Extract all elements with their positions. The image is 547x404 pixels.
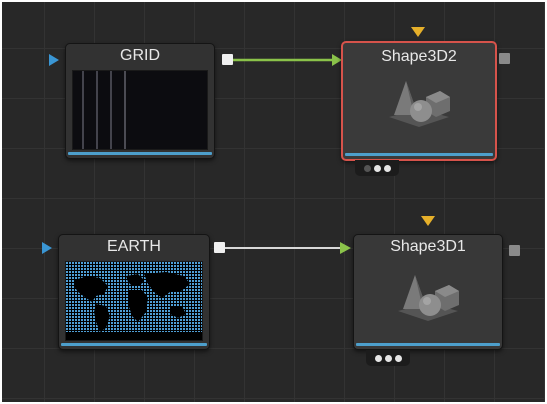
shape3d2-extra-inputs[interactable] xyxy=(355,160,399,176)
node-shape3d1-status-bar xyxy=(356,343,500,346)
node-shape3d2-title: Shape3D2 xyxy=(381,48,457,65)
3d-shapes-icon xyxy=(389,81,450,127)
shape3d1-output-square-icon[interactable] xyxy=(509,245,520,256)
shape3d2-scene-input-triangle-icon[interactable] xyxy=(411,27,425,37)
node-earth-status-bar xyxy=(61,343,207,346)
earth-input-triangle-icon[interactable] xyxy=(42,242,52,254)
connection-arrow-icon xyxy=(340,242,351,254)
node-shape3d1-title: Shape3D1 xyxy=(390,238,466,255)
earth-output-square-icon[interactable] xyxy=(214,242,225,253)
texture-input-dot-icon[interactable] xyxy=(384,354,392,362)
grid-thumbnail xyxy=(72,70,208,150)
texture-input-dot-icon[interactable] xyxy=(373,164,381,172)
node-grid-status-bar xyxy=(68,152,212,155)
extra-input-dot-icon[interactable] xyxy=(394,354,402,362)
node-earth[interactable]: EARTH xyxy=(58,234,210,350)
grid-input-triangle-icon[interactable] xyxy=(49,54,59,66)
grid-lines-icon xyxy=(82,71,126,149)
earth-thumbnail xyxy=(65,261,203,341)
extra-input-dot-icon[interactable] xyxy=(383,164,391,172)
node-shape3d2-status-bar xyxy=(345,153,493,156)
node-grid-title: GRID xyxy=(120,47,160,64)
shape3d1-scene-input-triangle-icon[interactable] xyxy=(421,216,435,226)
node-shape3d2[interactable]: Shape3D2 xyxy=(341,41,497,161)
shape3d1-extra-inputs[interactable] xyxy=(366,350,410,366)
node-shape3d1[interactable]: Shape3D1 xyxy=(353,234,503,350)
node-earth-title: EARTH xyxy=(107,238,161,255)
material-input-dot-icon[interactable] xyxy=(374,354,382,362)
3d-shapes-icon xyxy=(398,275,459,321)
shape3d2-output-square-icon[interactable] xyxy=(499,53,510,64)
node-grid[interactable]: GRID xyxy=(65,43,215,159)
grid-output-square-icon[interactable] xyxy=(222,54,233,65)
earth-map-icon xyxy=(66,262,202,340)
node-graph-canvas[interactable]: GRID Shape3D2 EARTH Shape3D1 xyxy=(2,2,545,402)
material-input-dot-icon[interactable] xyxy=(363,164,371,172)
